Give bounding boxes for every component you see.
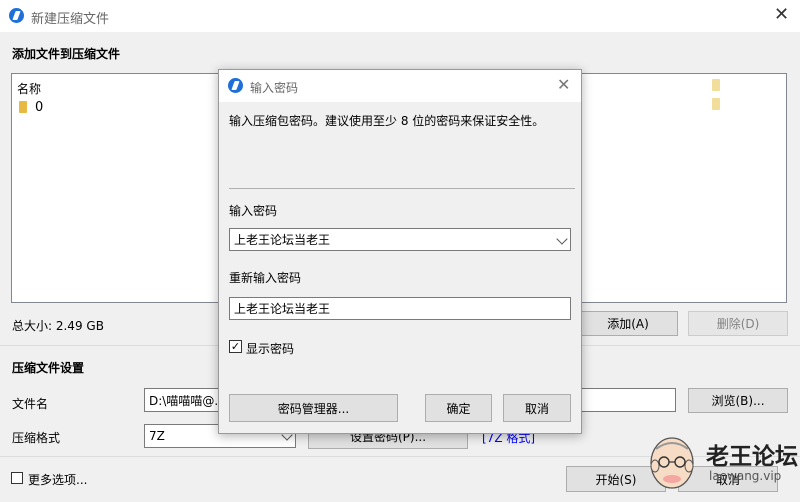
reenter-password-input[interactable]: 上老王论坛当老王 bbox=[229, 297, 571, 320]
more-options-checkbox[interactable] bbox=[11, 472, 23, 484]
more-options-label[interactable]: 更多选项... bbox=[28, 471, 87, 488]
dialog-close-icon[interactable]: ✕ bbox=[557, 77, 570, 93]
main-title-bar: 新建压缩文件 ✕ bbox=[0, 0, 800, 32]
chevron-down-icon bbox=[556, 233, 568, 245]
format-label: 压缩格式 bbox=[12, 431, 61, 445]
password-dialog: 输入密码 ✕ 输入压缩包密码。建议使用至少 8 位的密码来保证安全性。 输入密码… bbox=[218, 69, 582, 434]
divider bbox=[229, 188, 575, 189]
filename-label: 文件名 bbox=[12, 397, 49, 411]
app-icon bbox=[9, 8, 24, 23]
show-password-checkbox[interactable]: ✓ bbox=[229, 340, 242, 353]
watermark: 老王论坛 laowang.vip bbox=[640, 425, 800, 502]
password-combobox-value: 上老王论坛当老王 bbox=[234, 233, 331, 247]
add-section-title: 添加文件到压缩文件 bbox=[12, 47, 121, 61]
mascot-avatar bbox=[646, 433, 698, 493]
reenter-password-label: 重新输入密码 bbox=[229, 271, 302, 285]
ok-button[interactable]: 确定 bbox=[425, 394, 492, 422]
dialog-title-bar: 输入密码 ✕ bbox=[219, 70, 581, 102]
folder-icon bbox=[712, 98, 720, 110]
folder-icon bbox=[712, 79, 720, 91]
watermark-title: 老王论坛 bbox=[706, 444, 798, 470]
password-combobox[interactable]: 上老王论坛当老王 bbox=[229, 228, 571, 251]
list-header-name[interactable]: 名称 bbox=[17, 80, 41, 97]
list-item-label: 0 bbox=[35, 100, 44, 115]
format-select-value: 7Z bbox=[149, 429, 165, 443]
folder-icon bbox=[19, 101, 27, 113]
password-manager-button[interactable]: 密码管理器... bbox=[229, 394, 398, 422]
password-label: 输入密码 bbox=[229, 204, 278, 218]
dialog-cancel-button[interactable]: 取消 bbox=[503, 394, 571, 422]
dialog-title: 输入密码 bbox=[250, 81, 299, 95]
total-size-text: 总大小: 2.49 GB bbox=[12, 319, 104, 333]
settings-section-title: 压缩文件设置 bbox=[12, 361, 85, 375]
dialog-description: 输入压缩包密码。建议使用至少 8 位的密码来保证安全性。 bbox=[229, 114, 545, 128]
show-password-label[interactable]: 显示密码 bbox=[246, 340, 294, 357]
add-button[interactable]: 添加(A) bbox=[578, 311, 678, 336]
main-close-icon[interactable]: ✕ bbox=[774, 6, 789, 24]
browse-button[interactable]: 浏览(B)... bbox=[688, 388, 788, 413]
list-item[interactable]: 0 bbox=[15, 98, 75, 116]
watermark-url: laowang.vip bbox=[709, 469, 782, 483]
delete-button: 删除(D) bbox=[688, 311, 788, 336]
app-icon bbox=[228, 78, 243, 93]
main-window-title: 新建压缩文件 bbox=[31, 12, 110, 27]
